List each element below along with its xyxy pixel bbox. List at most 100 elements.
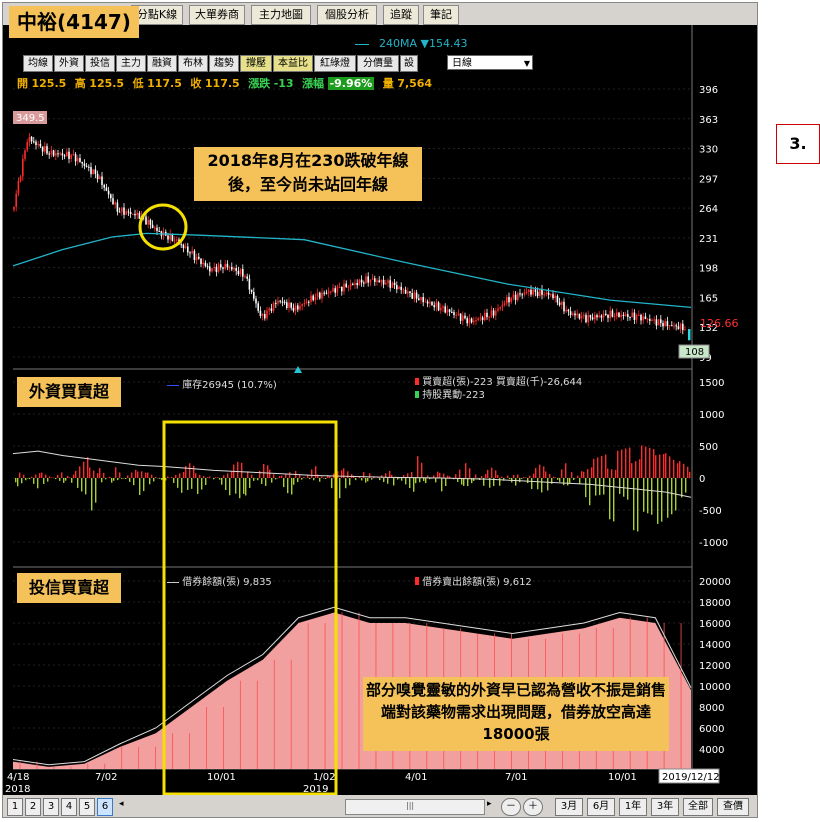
zoom-in-icon[interactable]: ＋ (523, 798, 543, 816)
btn-settings[interactable]: 設 (400, 55, 418, 72)
scroll-right-icon[interactable]: ▸ (487, 799, 492, 809)
foreign-bar (191, 478, 193, 489)
btn-traffic-light[interactable]: 紅綠燈 (314, 55, 356, 72)
foreign-bar (341, 470, 343, 478)
candle-body (503, 303, 506, 305)
btn-volume-profile[interactable]: 分價量 (357, 55, 399, 72)
legend-holding-text: 持股異動-223 (422, 390, 485, 401)
foreign-bar (133, 478, 135, 486)
foreign-bar (189, 463, 191, 478)
foreign-bar (35, 474, 37, 478)
candle-body (466, 318, 468, 324)
candle-body (145, 216, 147, 225)
candle-body (123, 207, 125, 215)
candle-body (624, 314, 627, 317)
range-3m-button[interactable]: 3月 (555, 798, 583, 816)
foreign-bar (595, 478, 597, 496)
btn-bollinger[interactable]: 布林 (178, 55, 208, 72)
tab-big-orders[interactable]: 大單券商 (189, 5, 245, 25)
tab-main-force-map[interactable]: 主力地圖 (251, 5, 311, 25)
foreign-bar (611, 469, 613, 478)
page-1-button[interactable]: 1 (7, 798, 23, 816)
candle-body (539, 289, 541, 296)
tab-track[interactable]: 追蹤 (383, 5, 419, 25)
btn-margin[interactable]: 融資 (147, 55, 177, 72)
tab-stock-analysis[interactable]: 個股分析 (317, 5, 377, 25)
btn-trust[interactable]: 投信 (85, 55, 115, 72)
foreign-bar (131, 472, 133, 478)
range-6m-button[interactable]: 6月 (587, 798, 615, 816)
candle-body (312, 295, 314, 301)
candle-body (101, 176, 103, 185)
candle-body (195, 256, 198, 261)
foreign-bar (147, 472, 149, 478)
range-1y-button[interactable]: 1年 (619, 798, 647, 816)
candle-body (338, 286, 341, 288)
foreign-bar (49, 476, 51, 478)
foreign-bar (393, 478, 395, 486)
foreign-bar (37, 478, 39, 489)
foreign-bar (563, 478, 565, 486)
horizontal-scrollbar[interactable]: ||| (345, 799, 485, 815)
zoom-out-icon[interactable]: － (501, 798, 521, 816)
quote-close-value: 117.5 (204, 77, 240, 90)
foreign-bar (639, 459, 641, 478)
foreign-bar (577, 475, 579, 478)
candle-body (565, 309, 567, 312)
candle-body (426, 301, 429, 304)
foreign-bar (83, 461, 85, 478)
foreign-bar (509, 478, 511, 480)
query-price-button[interactable]: 查價 (717, 798, 749, 816)
candle-body (248, 278, 251, 290)
candle-body (270, 308, 273, 311)
foreign-bar (239, 478, 241, 499)
period-select[interactable]: 日線 ▼ (447, 55, 533, 70)
foreign-bar (533, 473, 535, 478)
foreign-bar (89, 467, 91, 478)
page-5-button[interactable]: 5 (79, 798, 95, 816)
dropdown-arrow-icon: ▼ (523, 59, 530, 68)
price-tick-label: 165 (699, 293, 718, 304)
tab-notes[interactable]: 筆記 (423, 5, 459, 25)
range-all-button[interactable]: 全部 (683, 798, 713, 816)
page-2-button[interactable]: 2 (25, 798, 41, 816)
btn-main-force[interactable]: 主力 (116, 55, 146, 72)
candle-body (198, 256, 200, 259)
foreign-bar (263, 463, 265, 478)
foreign-bar (561, 469, 563, 478)
btn-foreign[interactable]: 外資 (54, 55, 84, 72)
candle-body (272, 302, 275, 311)
scroll-left-icon[interactable]: ◂ (119, 799, 124, 809)
foreign-bar (175, 474, 177, 478)
candle-body (358, 279, 361, 286)
ma-arrow: ▼ (420, 37, 429, 50)
candle-body (536, 291, 539, 296)
candle-body (585, 315, 587, 323)
foreign-bar (127, 475, 129, 478)
btn-pe[interactable]: 本益比 (273, 55, 313, 72)
foreign-bar (265, 478, 267, 486)
btn-support[interactable]: 撐壓 (240, 55, 272, 72)
candle-body (107, 190, 110, 195)
foreign-bar (659, 454, 661, 478)
foreign-bar (673, 459, 675, 478)
page-4-button[interactable]: 4 (61, 798, 77, 816)
foreign-bar (679, 461, 681, 478)
page-3-button[interactable]: 3 (43, 798, 59, 816)
candle-body (682, 323, 684, 331)
foreign-bar (591, 467, 593, 478)
range-3y-button[interactable]: 3年 (651, 798, 679, 816)
btn-trend[interactable]: 趨勢 (209, 55, 239, 72)
foreign-bar (667, 478, 669, 518)
price-tick-label: 231 (699, 234, 718, 245)
foreign-bar (201, 478, 203, 490)
candle-body (596, 315, 598, 318)
candle-body (105, 187, 108, 191)
foreign-bar (687, 466, 689, 478)
page-6-button[interactable]: 6 (97, 798, 113, 816)
candle-body (402, 289, 405, 291)
legend-lending: 借券餘額(張) 9,835 (167, 573, 272, 588)
foreign-bar (547, 478, 549, 491)
candle-body (563, 301, 565, 312)
btn-ma[interactable]: 均線 (23, 55, 53, 72)
